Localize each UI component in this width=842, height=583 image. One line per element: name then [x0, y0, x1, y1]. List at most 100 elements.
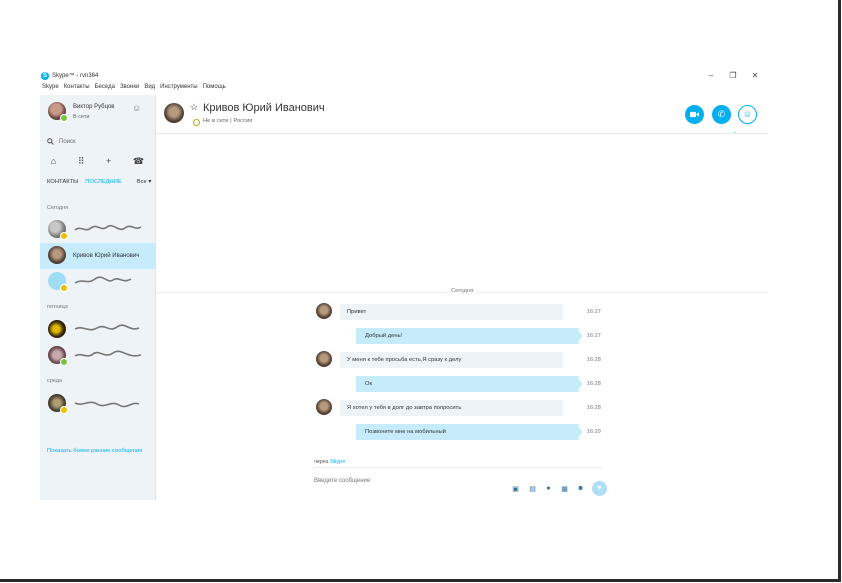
menu-help[interactable]: Помощь — [203, 84, 226, 94]
add-icon[interactable]: + — [106, 156, 111, 167]
search-box[interactable]: Поиск — [47, 138, 76, 145]
title-bar: S Skype™ - rvn364 – ❐ ✕ — [40, 70, 768, 83]
menu-contacts[interactable]: Контакты — [64, 84, 90, 94]
filter-dropdown[interactable]: Все ▾ — [137, 179, 152, 185]
message-outgoing[interactable]: Позвоните мне на мобильный — [356, 424, 583, 440]
group-label-wednesday: среда — [47, 378, 63, 384]
dialpad-icon[interactable]: ⠿ — [78, 156, 85, 167]
window-title: Skype™ - rvn364 — [52, 73, 99, 79]
chat-header: ☆ Кривов Юрий Иванович Не в сети | Росси… — [156, 95, 768, 137]
redacted-name-scribble — [74, 350, 142, 357]
online-status-icon — [60, 358, 68, 366]
redacted-name-scribble — [74, 401, 140, 408]
emoticon-icon[interactable]: ☻ — [576, 485, 585, 492]
offline-status-icon — [193, 119, 200, 126]
contact-status-line: Не в сети | Россия — [203, 118, 252, 124]
minimize-button[interactable]: – — [704, 71, 718, 80]
menu-conversation[interactable]: Беседа — [95, 84, 115, 94]
favorite-star-icon[interactable]: ☆ — [190, 102, 198, 113]
contact-name: Кривов Юрий Иванович — [73, 253, 140, 259]
status-icon — [60, 406, 68, 414]
redacted-name-scribble — [74, 324, 140, 331]
message-outgoing[interactable]: Добрый день! — [356, 328, 583, 344]
send-arrow-icon: ▼ — [596, 485, 603, 492]
contact-avatar[interactable] — [164, 103, 184, 123]
search-placeholder: Поиск — [59, 138, 76, 145]
message-outgoing[interactable]: Ок — [356, 376, 583, 392]
video-call-button[interactable] — [685, 105, 704, 124]
date-divider-label: Сегодня — [447, 288, 478, 294]
maximize-button[interactable]: ❐ — [726, 71, 740, 80]
via-prefix: через — [314, 459, 329, 465]
tab-contacts[interactable]: КОНТАКТЫ — [47, 179, 78, 185]
group-label-friday: пятница — [47, 304, 68, 310]
menu-calls[interactable]: Звонки — [120, 84, 139, 94]
contact-location: Россия — [233, 118, 253, 124]
send-image-icon[interactable]: ▣ — [511, 485, 520, 493]
skype-window: S Skype™ - rvn364 – ❐ ✕ Skype Контакты Б… — [40, 70, 768, 515]
contact-status: Не в сети — [203, 118, 229, 124]
message-time: 16:27 — [587, 309, 601, 315]
status-separator: | — [230, 118, 232, 124]
sync-icon: ◔ — [732, 130, 737, 137]
search-icon — [47, 138, 54, 145]
message-time: 16:28 — [587, 357, 601, 363]
via-service-label: через Skype — [314, 459, 345, 465]
sender-avatar — [316, 303, 332, 319]
phone-icon: ✆ — [717, 109, 726, 119]
contact-item[interactable] — [40, 391, 155, 417]
contact-item[interactable] — [40, 317, 155, 343]
redacted-name-scribble — [74, 224, 142, 231]
profile-status[interactable]: В сети — [73, 114, 89, 120]
message-incoming[interactable]: Я хотел у тебя в долг до завтра попросит… — [340, 400, 563, 416]
add-person-icon: ☺ — [742, 109, 753, 119]
sidebar-nav: ⌂ ⠿ + ☎ — [40, 156, 155, 167]
contact-item[interactable] — [40, 343, 155, 369]
phone-book-icon[interactable]: ☎ — [133, 156, 144, 167]
group-label-today: Сегодня — [47, 205, 69, 211]
message-time: 16:28 — [587, 381, 601, 387]
status-icon — [60, 284, 68, 292]
menu-bar: Skype Контакты Беседа Звонки Вид Инструм… — [42, 84, 226, 94]
filter-label: Все — [136, 179, 147, 185]
video-camera-icon — [690, 111, 699, 118]
sender-avatar — [316, 351, 332, 367]
contact-item-active[interactable]: Кривов Юрий Иванович — [40, 243, 155, 269]
message-input[interactable]: Введите сообщение — [314, 478, 370, 484]
tab-recent[interactable]: ПОСЛЕДНИЕ — [85, 179, 122, 185]
online-status-icon — [60, 114, 68, 122]
add-people-button[interactable]: ☺ — [738, 105, 757, 124]
redacted-name-scribble — [74, 276, 132, 284]
sidebar: Виктор Рубцов В сети ☺ Поиск ⌂ ⠿ + ☎ КОН… — [40, 95, 156, 500]
profile-name[interactable]: Виктор Рубцов — [73, 104, 114, 110]
video-message-icon[interactable]: ● — [544, 485, 553, 492]
chevron-down-icon: ▾ — [148, 179, 152, 185]
menu-tools[interactable]: Инструменты — [160, 84, 197, 94]
message-time: 16:29 — [587, 429, 601, 435]
message-time: 16:27 — [587, 333, 601, 339]
voice-call-button[interactable]: ✆ — [712, 105, 731, 124]
avatar — [48, 320, 66, 338]
message-incoming[interactable]: Привет — [340, 304, 563, 320]
message-incoming[interactable]: У меня к тебе просьба есть,Я сразу к дел… — [340, 352, 563, 368]
mood-icon[interactable]: ☺ — [132, 103, 141, 113]
avatar — [48, 246, 66, 264]
show-earlier-messages-link[interactable]: Показать более ранние сообщения — [47, 448, 142, 454]
send-button[interactable]: ▼ — [592, 481, 607, 496]
status-icon — [60, 232, 68, 240]
menu-view[interactable]: Вид — [144, 84, 155, 94]
sender-avatar — [316, 399, 332, 415]
input-separator — [314, 467, 602, 468]
contact-title[interactable]: Кривов Юрий Иванович — [203, 102, 325, 114]
menu-skype[interactable]: Skype — [42, 84, 59, 94]
contact-tabs: КОНТАКТЫ ПОСЛЕДНИЕ Все ▾ — [47, 179, 151, 185]
contact-item[interactable] — [40, 269, 155, 295]
via-service-link[interactable]: Skype — [330, 459, 345, 465]
send-contacts-icon[interactable]: ▦ — [560, 485, 569, 493]
close-button[interactable]: ✕ — [748, 71, 762, 80]
skype-logo-icon: S — [41, 72, 49, 80]
message-time: 16:28 — [587, 405, 601, 411]
contact-item[interactable] — [40, 217, 155, 243]
send-file-icon[interactable]: ▤ — [528, 485, 537, 493]
home-icon[interactable]: ⌂ — [51, 156, 56, 167]
